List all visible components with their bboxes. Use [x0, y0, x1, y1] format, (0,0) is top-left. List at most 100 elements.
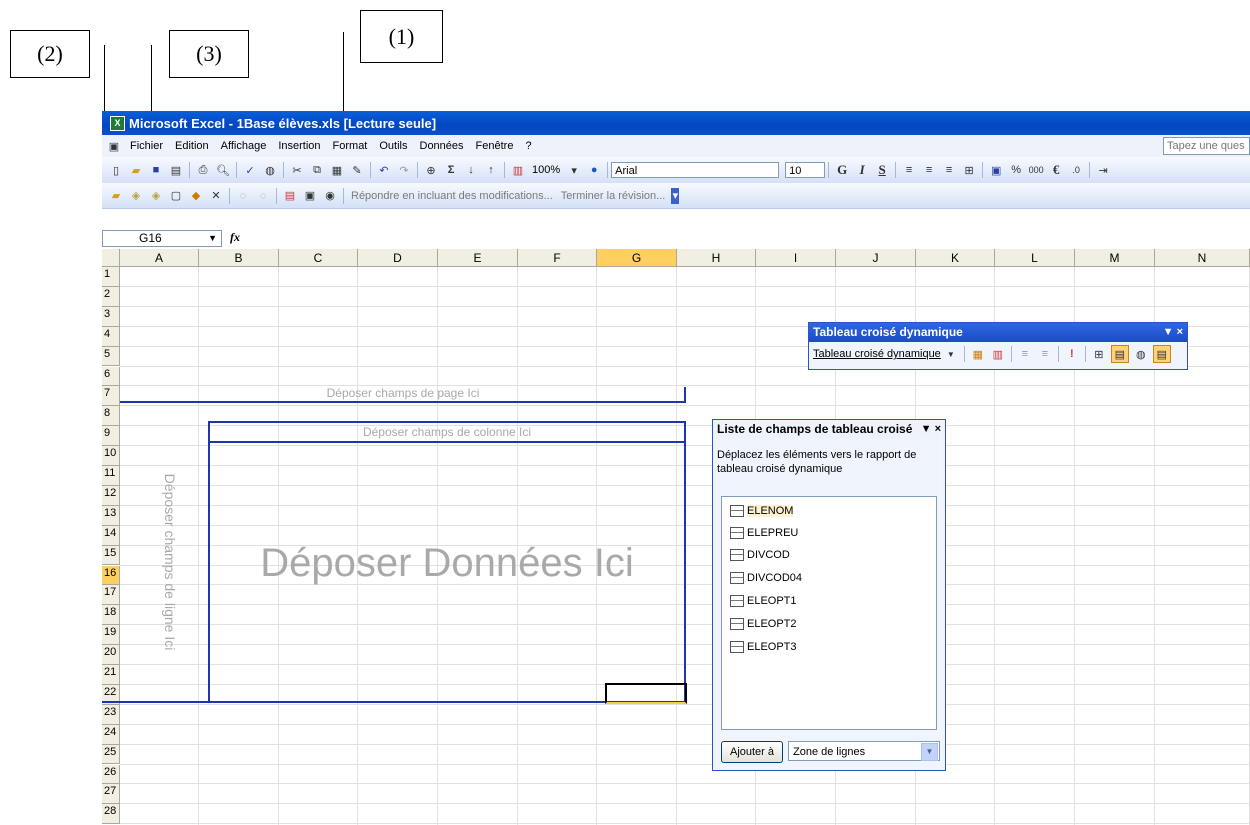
- menu-help[interactable]: ?: [519, 140, 537, 152]
- column-header[interactable]: C: [279, 249, 358, 267]
- fx-icon[interactable]: fx: [230, 230, 240, 245]
- column-header[interactable]: J: [836, 249, 916, 267]
- row-header[interactable]: 27: [102, 784, 120, 805]
- pivot-page-drop-zone[interactable]: Déposer champs de page Ici: [120, 386, 686, 400]
- pivot-data-drop-zone[interactable]: Déposer Données Ici: [210, 541, 684, 586]
- field-item-divcod[interactable]: DIVCOD: [730, 547, 790, 563]
- column-header[interactable]: L: [995, 249, 1075, 267]
- previous-comment-icon[interactable]: ◈: [128, 188, 144, 204]
- ink-annotations-icon[interactable]: ◌: [235, 188, 251, 204]
- zoom-value[interactable]: 100%: [532, 164, 560, 176]
- show-field-list-icon[interactable]: ▤: [1152, 345, 1171, 363]
- cut-icon[interactable]: ✂: [289, 162, 305, 178]
- chevron-down-icon[interactable]: ▼: [208, 231, 217, 246]
- row-header[interactable]: 5: [102, 346, 120, 367]
- chart-wizard-icon[interactable]: ▥: [510, 162, 526, 178]
- format-painter-icon[interactable]: ✎: [349, 162, 365, 178]
- row-header[interactable]: 6: [102, 366, 120, 387]
- help-search-input[interactable]: Tapez une ques: [1163, 137, 1250, 155]
- row-header[interactable]: 3: [102, 306, 120, 327]
- merge-center-icon[interactable]: ⊞: [961, 162, 977, 178]
- field-item-eleopt3[interactable]: ELEOPT3: [730, 639, 797, 655]
- pivot-toolbar-title-bar[interactable]: Tableau croisé dynamique ▼ ×: [809, 323, 1187, 342]
- help-icon[interactable]: ●: [586, 162, 602, 178]
- end-review-button[interactable]: Terminer la révision...: [557, 190, 670, 202]
- row-header[interactable]: 19: [102, 625, 120, 646]
- row-header[interactable]: 4: [102, 326, 120, 347]
- column-header[interactable]: M: [1075, 249, 1155, 267]
- thousands-button[interactable]: 000: [1028, 162, 1044, 178]
- paste-icon[interactable]: ▦: [329, 162, 345, 178]
- print-icon[interactable]: ⎙: [195, 162, 211, 178]
- row-header[interactable]: 7: [102, 386, 120, 407]
- reviewing-pane-icon[interactable]: ▣: [302, 188, 318, 204]
- hyperlink-icon[interactable]: ⊕: [423, 162, 439, 178]
- area-select[interactable]: Zone de lignes ▼: [788, 741, 940, 761]
- delete-ink-icon[interactable]: ◌: [255, 188, 271, 204]
- currency-icon[interactable]: ▣: [988, 162, 1004, 178]
- pivot-chart-icon[interactable]: ▥: [990, 346, 1006, 362]
- show-comment-icon[interactable]: ▢: [168, 188, 184, 204]
- show-detail-icon[interactable]: ≡: [1037, 346, 1053, 362]
- active-cell[interactable]: [605, 683, 687, 704]
- pivot-toolbar-controls[interactable]: ▼ ×: [1163, 323, 1183, 342]
- menu-affichage[interactable]: Affichage: [215, 140, 273, 152]
- pivot-column-drop-zone[interactable]: Déposer champs de colonne Ici: [208, 425, 686, 439]
- column-header[interactable]: D: [358, 249, 438, 267]
- add-to-button[interactable]: Ajouter à: [721, 741, 783, 763]
- row-header[interactable]: 20: [102, 645, 120, 665]
- row-header[interactable]: 16: [102, 565, 120, 586]
- menu-fichier[interactable]: Fichier: [124, 140, 169, 152]
- row-header[interactable]: 1: [102, 267, 120, 287]
- reply-with-changes-button[interactable]: Répondre en incluant des modifications..…: [347, 190, 557, 202]
- row-header[interactable]: 17: [102, 585, 120, 606]
- field-item-eleopt2[interactable]: ELEOPT2: [730, 616, 797, 632]
- row-header[interactable]: 21: [102, 665, 120, 685]
- format-report-icon[interactable]: ▦: [970, 346, 986, 362]
- toolbar-options-icon[interactable]: ▾: [671, 187, 680, 204]
- include-hidden-items-icon[interactable]: ⊞: [1091, 346, 1107, 362]
- undo-icon[interactable]: ↶: [376, 162, 392, 178]
- row-header[interactable]: 12: [102, 485, 120, 506]
- delete-comment-icon[interactable]: ✕: [208, 188, 224, 204]
- field-list-title-bar[interactable]: Liste de champs de tableau croisé ▼ ×: [713, 420, 945, 439]
- chevron-down-icon[interactable]: ▼: [943, 346, 959, 362]
- align-left-icon[interactable]: ≡: [901, 162, 917, 178]
- research-icon[interactable]: ◍: [262, 162, 278, 178]
- percent-button[interactable]: %: [1008, 162, 1024, 178]
- column-header-selected[interactable]: G: [597, 249, 677, 267]
- euro-button[interactable]: €: [1048, 162, 1064, 178]
- row-header[interactable]: 14: [102, 525, 120, 546]
- select-all-corner[interactable]: [102, 249, 120, 267]
- chevron-down-icon[interactable]: ▼: [921, 743, 938, 761]
- align-center-icon[interactable]: ≡: [921, 162, 937, 178]
- permission-icon[interactable]: ▤: [168, 162, 184, 178]
- row-header[interactable]: 13: [102, 505, 120, 526]
- menu-format[interactable]: Format: [327, 140, 374, 152]
- column-header[interactable]: A: [120, 249, 199, 267]
- row-header[interactable]: 23: [102, 704, 120, 725]
- row-header[interactable]: 18: [102, 605, 120, 626]
- menu-fenetre[interactable]: Fenêtre: [470, 140, 520, 152]
- refresh-data-icon[interactable]: !: [1064, 346, 1080, 362]
- autosum-icon[interactable]: Σ: [443, 162, 459, 178]
- field-item-elenom[interactable]: ELENOM: [730, 503, 794, 519]
- save-icon[interactable]: ■: [148, 162, 164, 178]
- indent-icon[interactable]: ⇥: [1095, 162, 1111, 178]
- folder-icon[interactable]: ▰: [108, 188, 124, 204]
- new-icon[interactable]: ▯: [108, 162, 124, 178]
- open-icon[interactable]: ▰: [128, 162, 144, 178]
- row-header[interactable]: 28: [102, 804, 120, 825]
- sort-descending-icon[interactable]: ↑: [483, 162, 499, 178]
- field-item-divcod04[interactable]: DIVCOD04: [730, 570, 802, 586]
- hide-detail-icon[interactable]: ≡: [1017, 346, 1033, 362]
- menu-edition[interactable]: Edition: [169, 140, 215, 152]
- column-header[interactable]: K: [916, 249, 995, 267]
- row-header[interactable]: 25: [102, 744, 120, 765]
- italic-button[interactable]: I: [854, 162, 870, 178]
- title-bar[interactable]: X Microsoft Excel - 1Base élèves.xls [Le…: [102, 111, 1250, 135]
- sort-ascending-icon[interactable]: ↓: [463, 162, 479, 178]
- row-header[interactable]: 10: [102, 446, 120, 466]
- name-box[interactable]: G16 ▼: [102, 230, 222, 247]
- row-header[interactable]: 11: [102, 466, 120, 486]
